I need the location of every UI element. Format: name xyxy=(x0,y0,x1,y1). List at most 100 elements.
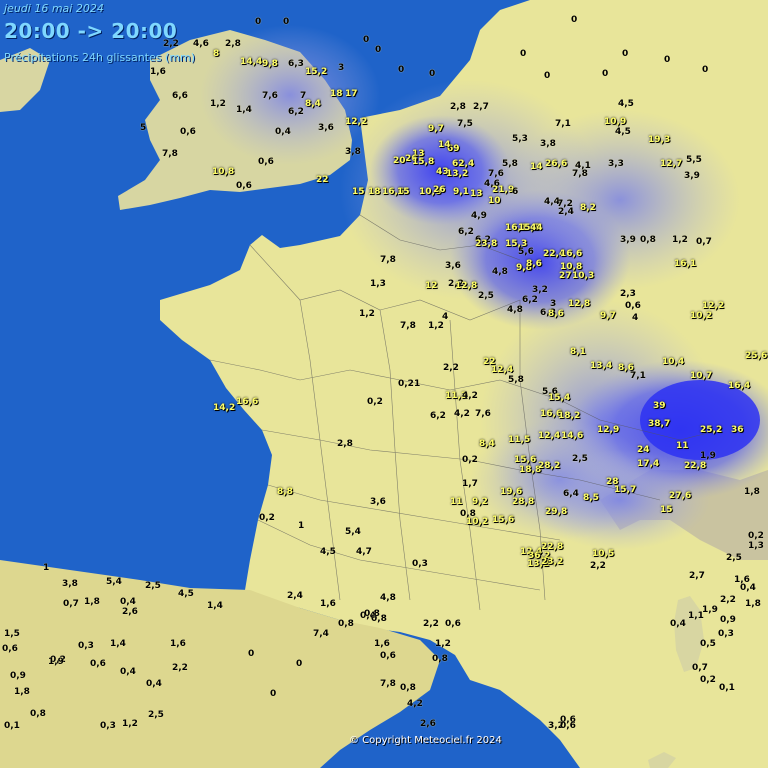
rain-value-label: 2,2 xyxy=(720,595,736,605)
rain-value-label: 8,4 xyxy=(479,439,495,449)
header-subtitle: Précipitations 24h glissantes (mm) xyxy=(4,51,196,64)
rain-value-label: 0,4 xyxy=(146,679,162,689)
rain-value-label: 3,6 xyxy=(445,261,461,271)
rain-value-label: 1,5 xyxy=(4,629,20,639)
rain-value-label: 4,6 xyxy=(193,39,209,49)
rain-value-label: 1,8 xyxy=(84,597,100,607)
rain-value-label: 1,8 xyxy=(745,599,761,609)
rain-value-label: 28,2 xyxy=(538,461,561,471)
rain-value-label: 0 xyxy=(520,49,527,59)
rain-value-label: 0,1 xyxy=(719,683,735,693)
rain-value-label: 1,4 xyxy=(236,105,252,115)
rain-value-label: 0,2 xyxy=(462,455,478,465)
rain-value-label: 2,7 xyxy=(473,102,489,112)
rain-value-label: 4,2 xyxy=(462,391,478,401)
rain-value-label: 2,5 xyxy=(478,291,494,301)
rain-value-label: 12,2 xyxy=(345,117,368,127)
rain-value-label: 12,2 xyxy=(702,301,725,311)
rain-value-label: 5,4 xyxy=(345,527,361,537)
rain-value-label: 1,9 xyxy=(700,451,716,461)
rain-value-label: 2,8 xyxy=(337,439,353,449)
rain-value-label: 0,3 xyxy=(78,641,94,651)
rain-value-label: 0,8 xyxy=(432,654,448,664)
rain-value-label: 3,9 xyxy=(620,235,636,245)
rain-value-label: 8,4 xyxy=(305,99,321,109)
rain-value-label: 23,8 xyxy=(475,239,498,249)
rain-value-label: 1,6 xyxy=(734,575,750,585)
copyright-notice: © Copyright Meteociel.fr 2024 xyxy=(349,735,502,746)
rain-value-label: 3,8 xyxy=(540,139,556,149)
rain-value-label: 0,6 xyxy=(90,659,106,669)
rain-value-label: 1 xyxy=(298,521,305,531)
rain-value-label: 16,6 xyxy=(236,397,259,407)
rain-value-label: 1,2 xyxy=(435,639,451,649)
rain-value-label: 2,8 xyxy=(450,102,466,112)
rain-value-label: 5,8 xyxy=(508,375,524,385)
rain-value-label: 36 xyxy=(731,425,744,435)
rain-value-label: 2,5 xyxy=(726,553,742,563)
rain-value-label: 0 xyxy=(544,71,551,81)
rain-value-label: 25,2 xyxy=(700,425,723,435)
rain-value-label: 0 xyxy=(622,49,629,59)
rain-value-label: 7,8 xyxy=(380,255,396,265)
rain-value-label: 0,1 xyxy=(4,721,20,731)
rain-value-label: 29,8 xyxy=(545,507,568,517)
rain-value-label: 0 xyxy=(702,65,709,75)
rain-value-label: 0 xyxy=(296,659,303,669)
rain-value-label: 0,2 xyxy=(700,675,716,685)
rain-value-label: 0,6 xyxy=(625,301,641,311)
rain-value-label: 3,8 xyxy=(62,579,78,589)
rain-value-label: 3,3 xyxy=(608,159,624,169)
rain-value-label: 25,6 xyxy=(745,351,768,361)
rain-value-label: 0,4 xyxy=(740,583,756,593)
rain-value-label: 39 xyxy=(653,401,666,411)
rain-value-label: 0 xyxy=(571,15,578,25)
rain-value-label: 2,6 xyxy=(420,719,436,729)
rain-value-label: 1,4 xyxy=(110,639,126,649)
rain-value-label: 10,7 xyxy=(690,371,713,381)
rain-value-label: 38,7 xyxy=(648,419,671,429)
rain-value-label: 4,8 xyxy=(507,305,523,315)
rain-value-label: 15,7 xyxy=(614,485,637,495)
rain-value-label: 4,9 xyxy=(471,211,487,221)
rain-value-label: 4,8 xyxy=(380,593,396,603)
rain-value-label: 0,4 xyxy=(670,619,686,629)
rain-value-label: 0 xyxy=(283,17,290,27)
rain-value-label: 10,4 xyxy=(662,357,685,367)
rain-value-label: 10,8 xyxy=(212,167,235,177)
rain-value-label: 3,8 xyxy=(345,147,361,157)
rain-value-label: 1,6 xyxy=(320,599,336,609)
rain-value-label: 4,2 xyxy=(407,699,423,709)
rain-value-label: 16,6 xyxy=(560,249,583,259)
rain-value-label: 7,8 xyxy=(162,149,178,159)
rain-value-label: 2,4 xyxy=(287,591,303,601)
rain-value-label: 5,4 xyxy=(106,577,122,587)
rain-value-label: 11 xyxy=(450,497,463,507)
rain-value-label: 4,5 xyxy=(618,99,634,109)
rain-value-label: 9,8 xyxy=(262,59,278,69)
rain-value-label: 0,5 xyxy=(700,639,716,649)
rain-value-label: 21,9 xyxy=(492,185,515,195)
rain-value-label: 0 xyxy=(255,17,262,27)
rain-value-label: 9,2 xyxy=(472,497,488,507)
rain-value-label: 0,4 xyxy=(120,667,136,677)
rain-value-label: 13,2 xyxy=(446,169,469,179)
rain-value-label: 13 xyxy=(470,189,483,199)
rain-value-label: 5 xyxy=(140,123,147,133)
rain-value-label: 0,2 xyxy=(748,531,764,541)
rain-value-label: 0,9 xyxy=(720,615,736,625)
rain-value-label: 12,8 xyxy=(568,299,591,309)
rain-value-label: 2,6 xyxy=(122,607,138,617)
rain-value-label: 0,21 xyxy=(398,379,421,389)
rain-value-label: 0,3 xyxy=(412,559,428,569)
rain-value-label: 19,3 xyxy=(648,135,671,145)
rain-value-label: 14,6 xyxy=(561,431,584,441)
rain-value-label: 22 xyxy=(316,175,329,185)
rain-value-label: 15,6 xyxy=(492,515,515,525)
rain-value-label: 9,1 xyxy=(453,187,469,197)
rain-value-label: 3,9 xyxy=(684,171,700,181)
rain-value-label: 7,5 xyxy=(457,119,473,129)
rain-value-label: 16,4 xyxy=(728,381,751,391)
rain-value-label: 28,8 xyxy=(512,497,535,507)
rain-value-label: 0,7 xyxy=(696,237,712,247)
